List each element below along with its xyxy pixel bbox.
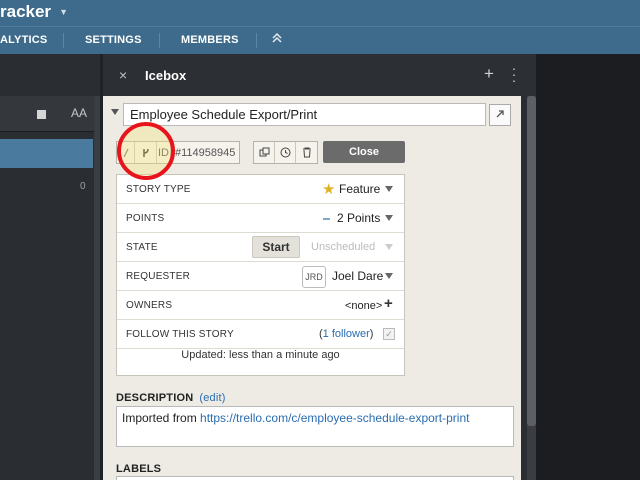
- labels-input[interactable]: [116, 476, 514, 480]
- tab-members[interactable]: MEMBERS: [181, 34, 239, 46]
- chevron-down-icon: [385, 273, 393, 279]
- nav-divider: [159, 33, 160, 48]
- owners-value: <none>: [345, 300, 383, 312]
- updated-timestamp: Updated: less than a minute ago: [181, 349, 340, 361]
- story-id-value[interactable]: #114958945: [171, 142, 239, 163]
- description-box[interactable]: Imported from https://trello.com/c/emplo…: [116, 406, 514, 447]
- close-story-button[interactable]: Close: [323, 141, 405, 163]
- owners-row: OWNERS <none> +: [117, 291, 404, 320]
- left-panel-header: AA: [0, 96, 100, 132]
- story-type-row[interactable]: STORY TYPE ★ Feature: [117, 175, 404, 204]
- follow-checkbox[interactable]: ✓: [383, 328, 395, 340]
- points-label: POINTS: [126, 213, 165, 224]
- left-panel: AA 0: [0, 54, 100, 480]
- chevron-down-icon: [385, 244, 393, 250]
- story-type-value: Feature: [339, 182, 381, 196]
- requester-value: Joel Dare: [332, 269, 384, 283]
- follow-row: FOLLOW THIS STORY (1 follower) ✓: [117, 320, 404, 349]
- description-heading: DESCRIPTION (edit): [116, 392, 226, 404]
- story-count: 0: [80, 181, 86, 192]
- followers-info: (1 follower): [319, 328, 373, 340]
- description-heading-label: DESCRIPTION: [116, 392, 194, 404]
- start-button[interactable]: Start: [252, 236, 300, 258]
- points-row[interactable]: POINTS 2 Points: [117, 204, 404, 233]
- font-size-toggle[interactable]: AA: [71, 106, 87, 120]
- story-details: STORY TYPE ★ Feature POINTS 2 Points STA…: [116, 174, 405, 376]
- points-icon: [323, 218, 330, 220]
- add-story-button[interactable]: +: [484, 64, 494, 84]
- select-all-checkbox[interactable]: [37, 110, 46, 119]
- chevron-down-icon: [385, 215, 393, 221]
- delete-story-icon[interactable]: [296, 142, 317, 163]
- chevron-down-icon: ▼: [59, 7, 68, 17]
- requester-label: REQUESTER: [126, 271, 191, 282]
- followers-link[interactable]: 1 follower: [323, 328, 370, 340]
- selected-story-row[interactable]: [0, 139, 93, 168]
- chevron-down-icon: [385, 186, 393, 192]
- story-actions: [253, 141, 318, 164]
- collapse-story-icon[interactable]: [111, 109, 119, 115]
- tab-analytics[interactable]: ALYTICS: [0, 34, 47, 46]
- app-name: racker: [0, 2, 52, 21]
- followers-close-paren: ): [369, 328, 374, 340]
- state-row: STATE Start Unscheduled: [117, 233, 404, 262]
- clone-story-icon[interactable]: [254, 142, 275, 163]
- story-type-label: STORY TYPE: [126, 184, 191, 195]
- history-icon[interactable]: [275, 142, 296, 163]
- icebox-panel-header: × Icebox + · · ·: [103, 54, 536, 96]
- state-value: Unscheduled: [311, 241, 376, 253]
- nav-divider: [256, 33, 257, 48]
- left-scrollbar[interactable]: [94, 96, 100, 480]
- right-panel: [536, 54, 640, 480]
- avatar: JRD: [302, 266, 326, 288]
- close-panel-button[interactable]: ×: [119, 67, 127, 83]
- edit-description-link[interactable]: (edit): [199, 392, 225, 404]
- state-label: STATE: [126, 242, 158, 253]
- description-url-link[interactable]: https://trello.com/c/employee-schedule-e…: [200, 411, 469, 425]
- follow-label: FOLLOW THIS STORY: [126, 329, 234, 340]
- panel-scrollbar-thumb[interactable]: [527, 96, 536, 426]
- project-selector[interactable]: racker ▼: [0, 0, 68, 24]
- points-value: 2 Points: [337, 211, 381, 225]
- more-options-icon[interactable]: · · ·: [511, 61, 517, 87]
- star-icon: ★: [322, 181, 336, 198]
- maximize-story-button[interactable]: [489, 104, 511, 126]
- project-nav: ALYTICS SETTINGS MEMBERS: [0, 26, 640, 54]
- panel-title: Icebox: [145, 68, 187, 83]
- top-header: racker ▼ ALYTICS SETTINGS MEMBERS: [0, 0, 640, 54]
- highlight-circle: [117, 122, 175, 180]
- owners-label: OWNERS: [126, 300, 173, 311]
- tab-settings[interactable]: SETTINGS: [85, 34, 142, 46]
- labels-heading: LABELS: [116, 463, 162, 475]
- nav-divider: [63, 33, 64, 48]
- description-prefix: Imported from: [122, 411, 201, 425]
- requester-row[interactable]: REQUESTER JRD Joel Dare: [117, 262, 404, 291]
- add-owner-button[interactable]: +: [384, 295, 393, 312]
- double-chevron-up-icon[interactable]: [272, 32, 282, 47]
- story-title-input[interactable]: Employee Schedule Export/Print: [123, 103, 486, 126]
